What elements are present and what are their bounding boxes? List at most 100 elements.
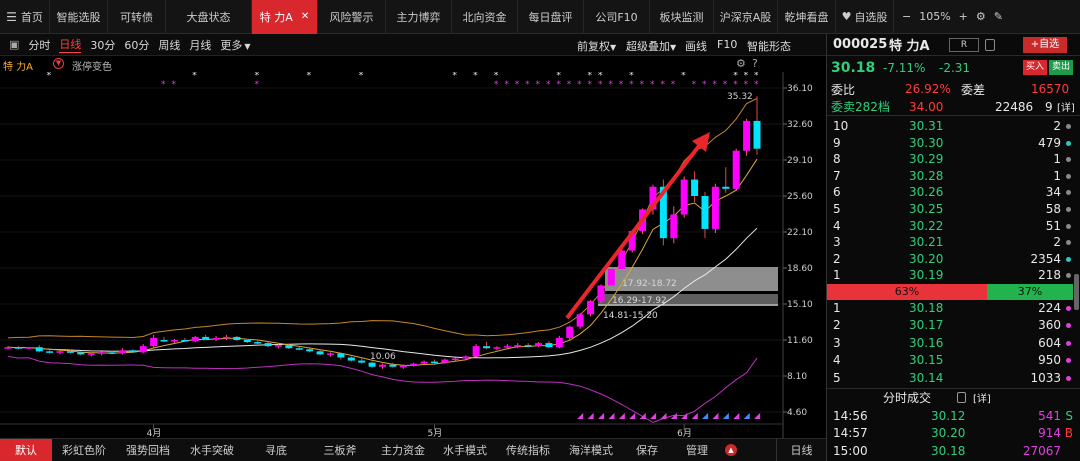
trade-price: 30.18 [931, 443, 966, 458]
signal-star: * [671, 80, 676, 90]
tab-ocean-mode[interactable]: 海洋模式 [560, 439, 622, 461]
limit-up-color-option[interactable]: 涨停变色 [72, 58, 112, 73]
zoom-out-icon[interactable]: − [902, 10, 911, 23]
bid-row[interactable]: 1 30.18 224 [827, 300, 1080, 316]
sell-queue-count: 9 [1045, 99, 1053, 114]
ask-row[interactable]: 2 30.20 2354 [827, 251, 1080, 267]
tab-a-shares[interactable]: 沪深京A股 [714, 0, 778, 34]
caret-down-icon: ▼ [610, 43, 617, 52]
tab-stock-active[interactable]: 特 力A ✕ [252, 0, 318, 34]
f10-button[interactable]: F10 [717, 38, 737, 51]
volume-dot [1066, 190, 1071, 196]
period-intraday[interactable]: 分时 [28, 37, 50, 53]
adjust-dropdown[interactable]: 前复权▼ [577, 38, 616, 54]
signal-star: * [556, 80, 561, 90]
tab-convertible-bonds[interactable]: 可转债 [108, 0, 166, 34]
candle [46, 351, 54, 353]
tab-pullback[interactable]: 强势回档 [116, 439, 180, 461]
x-tick-label: 5月 [428, 428, 443, 438]
candle [420, 361, 428, 364]
ask-row[interactable]: 10 30.31 2 [827, 118, 1080, 134]
ask-row[interactable]: 6 30.26 34 [827, 184, 1080, 200]
period-30min[interactable]: 30分 [90, 37, 115, 53]
tab-company-f10[interactable]: 公司F10 [584, 0, 650, 34]
tab-bottom-finding[interactable]: 寻底 [244, 439, 308, 461]
tab-default[interactable]: 默认 [0, 438, 52, 461]
tab-sector-monitor[interactable]: 板块监测 [650, 0, 714, 34]
add-favorite-button[interactable]: +自选 [1023, 37, 1067, 53]
smart-pattern-button[interactable]: 智能形态 [747, 38, 791, 54]
tab-sailor-mode[interactable]: 水手模式 [434, 439, 496, 461]
candle [493, 347, 501, 349]
ask-row[interactable]: 9 30.30 479 [827, 135, 1080, 151]
home-tab[interactable]: ☰ 首页 [0, 0, 50, 34]
candlestick-chart[interactable]: 36.10 32.60 29.10 25.60 22.10 18.60 15.10 11.60… [0, 72, 826, 438]
detail-link[interactable]: [详] [1057, 99, 1075, 114]
sell-button[interactable]: 卖出 [1049, 60, 1073, 75]
layout-icon[interactable]: ▣ [9, 38, 19, 51]
ask-row[interactable]: 5 30.25 58 [827, 201, 1080, 217]
signal-star: * [733, 80, 738, 90]
draw-line-button[interactable]: 画线 [685, 38, 707, 54]
buy-sell-ratio-bar: 63% 37% [827, 284, 1080, 300]
dropdown-circle-icon[interactable]: ▼ [53, 58, 64, 69]
tab-daily-review[interactable]: 每日盘评 [518, 0, 584, 34]
period-60min[interactable]: 60分 [124, 37, 149, 53]
candle [691, 179, 699, 196]
trend-marker: ◢ [608, 411, 615, 420]
ask-row[interactable]: 7 30.28 1 [827, 168, 1080, 184]
buy-button[interactable]: 买入 [1023, 60, 1047, 75]
close-icon[interactable]: ✕ [301, 11, 309, 22]
collapse-icon[interactable]: ▲ [722, 439, 740, 461]
manage-button[interactable]: 管理 [672, 439, 722, 461]
settings-icon[interactable]: ⚙ [976, 10, 986, 23]
ask-row[interactable]: 3 30.21 2 [827, 234, 1080, 250]
save-button[interactable]: 保存 [622, 439, 672, 461]
scrollbar[interactable] [1074, 274, 1079, 310]
candle [129, 350, 137, 353]
period-daily[interactable]: 日线 [59, 36, 82, 53]
candle [472, 346, 480, 357]
bid-row[interactable]: 4 30.15 950 [827, 352, 1080, 368]
candle [587, 300, 595, 315]
ask-row[interactable]: 8 30.29 1 [827, 151, 1080, 167]
tab-market-view[interactable]: 乾坤看盘 [778, 0, 836, 34]
bid-level: 5 [833, 370, 841, 385]
period-monthly[interactable]: 月线 [189, 37, 211, 53]
tab-northbound-funds[interactable]: 北向资金 [452, 0, 518, 34]
lock-icon[interactable] [985, 39, 995, 51]
settings-icon[interactable]: ⚙ [736, 57, 746, 70]
candle [701, 196, 709, 229]
tab-risk-warning[interactable]: 风险警示 [318, 0, 386, 34]
skin-icon[interactable]: ✎ [994, 10, 1003, 23]
ask-row[interactable]: 4 30.22 51 [827, 218, 1080, 234]
bid-row[interactable]: 3 30.16 604 [827, 335, 1080, 351]
signal-star: * [161, 80, 166, 90]
tab-three-axes[interactable]: 三板斧 [308, 439, 372, 461]
tab-main-force[interactable]: 主力博弈 [386, 0, 452, 34]
stock-name: 特 力A [889, 39, 930, 54]
overlay-dropdown[interactable]: 超级叠加▼ [626, 38, 676, 54]
candle [753, 120, 761, 149]
quote-header: 000025 特 力A R +自选 [827, 34, 1080, 56]
r-badge[interactable]: R [949, 38, 979, 52]
tab-main-funds[interactable]: 主力资金 [372, 439, 434, 461]
period-weekly[interactable]: 周线 [158, 37, 180, 53]
more-dropdown[interactable]: 更多 ▼ [220, 37, 250, 53]
ask-price: 30.31 [909, 119, 944, 133]
ask-level: 8 [833, 152, 841, 167]
tab-breakout[interactable]: 水手突破 [180, 439, 244, 461]
favorites-button[interactable]: ♥ 自选股 [836, 0, 894, 34]
signal-star: * [504, 80, 509, 90]
tab-market-status[interactable]: 大盘状态 [166, 0, 252, 34]
bid-row[interactable]: 5 30.14 1033 [827, 370, 1080, 386]
lock-icon[interactable] [957, 392, 966, 403]
tab-rainbow[interactable]: 彩虹色阶 [52, 439, 116, 461]
tab-smart-stock-picking[interactable]: 智能选股 [50, 0, 108, 34]
trades-detail-link[interactable]: [详] [973, 390, 991, 405]
bid-row[interactable]: 2 30.17 360 [827, 317, 1080, 333]
zoom-in-icon[interactable]: + [959, 10, 968, 23]
ask-row[interactable]: 1 30.19 218 [827, 267, 1080, 283]
tab-traditional[interactable]: 传统指标 [496, 439, 560, 461]
help-icon[interactable]: ? [752, 57, 758, 70]
